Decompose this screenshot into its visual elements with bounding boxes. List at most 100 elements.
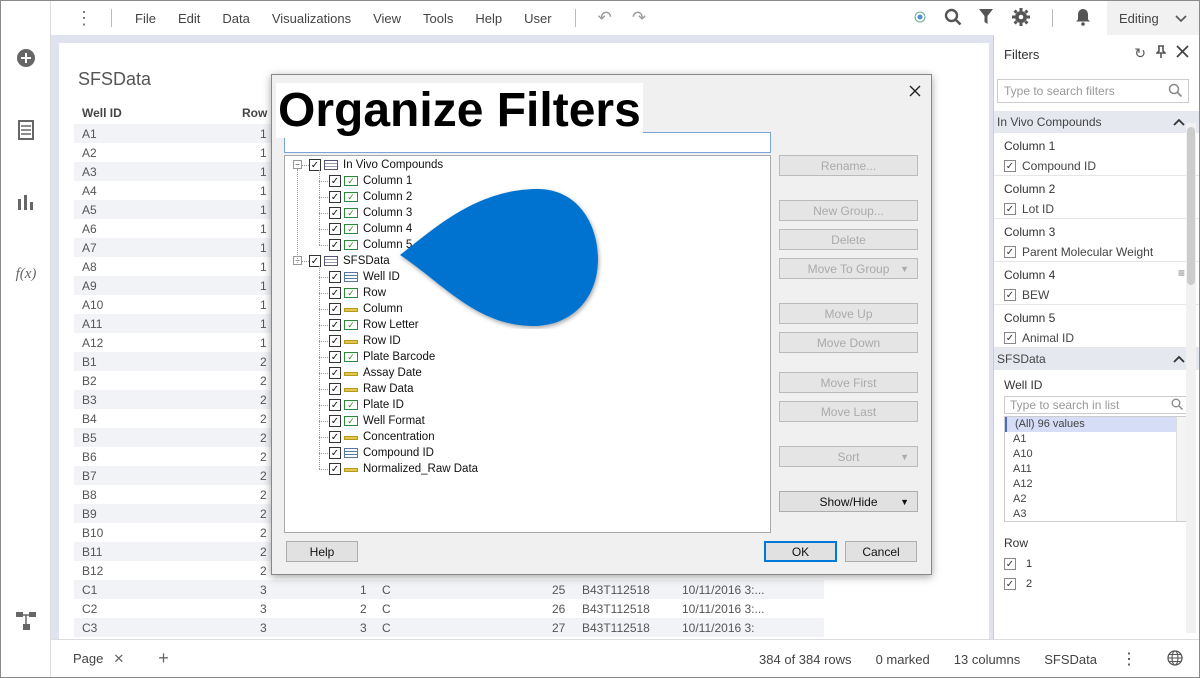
more-vertical-icon[interactable]: ⋮ — [1121, 649, 1137, 669]
menu-file[interactable]: File — [124, 11, 167, 26]
checkbox-checked-icon[interactable]: ✓ — [329, 383, 341, 395]
checkbox-checked-icon[interactable]: ✓ — [1004, 578, 1016, 590]
checkbox-checked-icon[interactable]: ✓ — [329, 223, 341, 235]
tree-column-node[interactable]: ✓ Concentration — [329, 429, 435, 445]
checkbox-checked-icon[interactable]: ✓ — [329, 191, 341, 203]
checkbox-checked-icon[interactable]: ✓ — [329, 431, 341, 443]
rename-button[interactable]: Rename... — [779, 155, 918, 176]
close-icon[interactable] — [1176, 45, 1189, 62]
column-header-row[interactable]: Row — [242, 106, 267, 120]
tree-group-node[interactable]: ✓ SFSData — [309, 253, 390, 269]
active-table[interactable]: SFSData — [1044, 652, 1097, 667]
undo-icon[interactable]: ↶ — [598, 8, 612, 28]
filter-column[interactable]: Column 5 ✓ Animal ID — [994, 305, 1199, 348]
table-row[interactable]: C3 3 3 C 27 B43T112518 10/11/2016 3: — [74, 618, 824, 637]
filter-group-in-vivo-compounds[interactable]: In Vivo Compounds — [994, 111, 1199, 133]
filters-search-input[interactable]: Type to search filters — [997, 79, 1189, 103]
column-header-well-id[interactable]: Well ID — [82, 106, 122, 120]
tree-column-node[interactable]: ✓ Row ID — [329, 333, 401, 349]
checkbox-checked-icon[interactable]: ✓ — [329, 399, 341, 411]
checkbox-checked-icon[interactable]: ✓ — [329, 415, 341, 427]
checkbox-checked-icon[interactable]: ✓ — [329, 447, 341, 459]
checkbox-checked-icon[interactable]: ✓ — [1004, 160, 1016, 172]
add-icon[interactable] — [14, 46, 38, 70]
list-item[interactable]: A10 — [1005, 447, 1188, 462]
data-canvas-icon[interactable] — [14, 609, 38, 633]
notification-bell-icon[interactable] — [1075, 8, 1091, 29]
filters-scrollbar-thumb[interactable] — [1187, 127, 1195, 285]
tree-group-node[interactable]: ✓ In Vivo Compounds — [309, 157, 443, 173]
table-row[interactable]: C1 3 1 C 25 B43T112518 10/11/2016 3:... — [74, 580, 824, 599]
checkbox-checked-icon[interactable]: ✓ — [329, 303, 341, 315]
list-item[interactable]: A1 — [1005, 432, 1188, 447]
column-count[interactable]: 13 columns — [954, 652, 1020, 667]
tree-column-node[interactable]: ✓ Normalized_Raw Data — [329, 461, 478, 477]
filter-column[interactable]: Column 4 ✓ BEW ≡ — [994, 262, 1199, 305]
tree-column-node[interactable]: ✓ Raw Data — [329, 381, 414, 397]
filter-column[interactable]: Column 3 ✓ Parent Molecular Weight — [994, 219, 1199, 262]
checkbox-checked-icon[interactable]: ✓ — [1004, 289, 1016, 301]
gear-icon[interactable] — [1012, 7, 1030, 29]
checkbox-checked-icon[interactable]: ✓ — [329, 463, 341, 475]
menu-data[interactable]: Data — [211, 11, 260, 26]
tree-column-node[interactable]: ✓ Well ID — [329, 269, 400, 285]
move-last-button[interactable]: Move Last — [779, 401, 918, 422]
sort-button[interactable]: Sort ▼ — [779, 446, 918, 467]
tree-column-node[interactable]: ✓ ✓ Row — [329, 285, 386, 301]
checkbox-checked-icon[interactable]: ✓ — [329, 287, 341, 299]
reset-icon[interactable]: ↻ — [1134, 45, 1146, 62]
checkbox-checked-icon[interactable]: ✓ — [1004, 246, 1016, 258]
list-item[interactable]: A12 — [1005, 477, 1188, 492]
filter-checkbox-row[interactable]: ✓ Compound ID — [1004, 159, 1189, 173]
tree-column-node[interactable]: ✓ Compound ID — [329, 445, 434, 461]
list-item[interactable]: A2 — [1005, 492, 1188, 507]
move-first-button[interactable]: Move First — [779, 372, 918, 393]
well-id-search-input[interactable]: Type to search in list — [1004, 396, 1189, 414]
new-group-button[interactable]: New Group... — [779, 200, 918, 221]
close-icon[interactable] — [909, 81, 921, 102]
filter-column[interactable]: Column 1 ✓ Compound ID — [994, 133, 1199, 176]
redo-icon[interactable]: ↷ — [632, 8, 646, 28]
checkbox-checked-icon[interactable]: ✓ — [329, 207, 341, 219]
globe-icon[interactable] — [1167, 649, 1183, 669]
filter-checkbox-row[interactable]: ✓ Animal ID — [1004, 331, 1189, 345]
menu-help[interactable]: Help — [464, 11, 513, 26]
tree-column-node[interactable]: ✓ ✓ Plate Barcode — [329, 349, 435, 365]
more-vertical-icon[interactable]: ⋮ — [69, 8, 99, 29]
tree-column-node[interactable]: ✓ Assay Date — [329, 365, 422, 381]
bar-chart-icon[interactable] — [14, 190, 38, 214]
menu-tools[interactable]: Tools — [412, 11, 464, 26]
checkbox-checked-icon[interactable]: ✓ — [329, 367, 341, 379]
page-tab[interactable]: Page ✕ — [73, 640, 124, 677]
checkbox-checked-icon[interactable]: ✓ — [1004, 332, 1016, 344]
menu-edit[interactable]: Edit — [167, 11, 211, 26]
checkbox-checked-icon[interactable]: ✓ — [329, 335, 341, 347]
collapse-toggle-icon[interactable]: − — [293, 160, 302, 169]
row-checkbox-item[interactable]: ✓3 — [994, 594, 1199, 596]
list-item[interactable]: (All) 96 values — [1005, 417, 1188, 432]
checkbox-checked-icon[interactable]: ✓ — [329, 319, 341, 331]
tree-column-node[interactable]: ✓ ✓ Plate ID — [329, 397, 404, 413]
show-hide-button[interactable]: Show/Hide ▼ — [779, 491, 918, 512]
filter-checkbox-row[interactable]: ✓ Lot ID — [1004, 202, 1189, 216]
checkbox-checked-icon[interactable]: ✓ — [329, 175, 341, 187]
menu-view[interactable]: View — [362, 11, 412, 26]
filter-column[interactable]: Column 2 ✓ Lot ID — [994, 176, 1199, 219]
cancel-button[interactable]: Cancel — [845, 541, 917, 562]
well-id-listbox[interactable]: (All) 96 values A1 A10 A11 A12 A2 A3 — [1004, 416, 1189, 522]
move-up-button[interactable]: Move Up — [779, 303, 918, 324]
filter-checkbox-row[interactable]: ✓ BEW — [1004, 288, 1189, 302]
mode-dropdown[interactable]: Editing — [1107, 1, 1199, 35]
ok-button[interactable]: OK — [764, 541, 837, 562]
checkbox-checked-icon[interactable]: ✓ — [329, 271, 341, 283]
add-page-icon[interactable]: + — [158, 648, 169, 669]
menu-icon[interactable]: ≡ — [1178, 266, 1185, 280]
data-table-icon[interactable] — [14, 118, 38, 142]
delete-button[interactable]: Delete — [779, 229, 918, 250]
list-item[interactable]: A3 — [1005, 507, 1188, 521]
search-icon[interactable] — [944, 8, 962, 29]
row-checkbox-item[interactable]: ✓ 2 — [994, 574, 1199, 594]
list-item[interactable]: A11 — [1005, 462, 1188, 477]
filter-group-sfsdata[interactable]: SFSData — [994, 348, 1199, 370]
move-down-button[interactable]: Move Down — [779, 332, 918, 353]
